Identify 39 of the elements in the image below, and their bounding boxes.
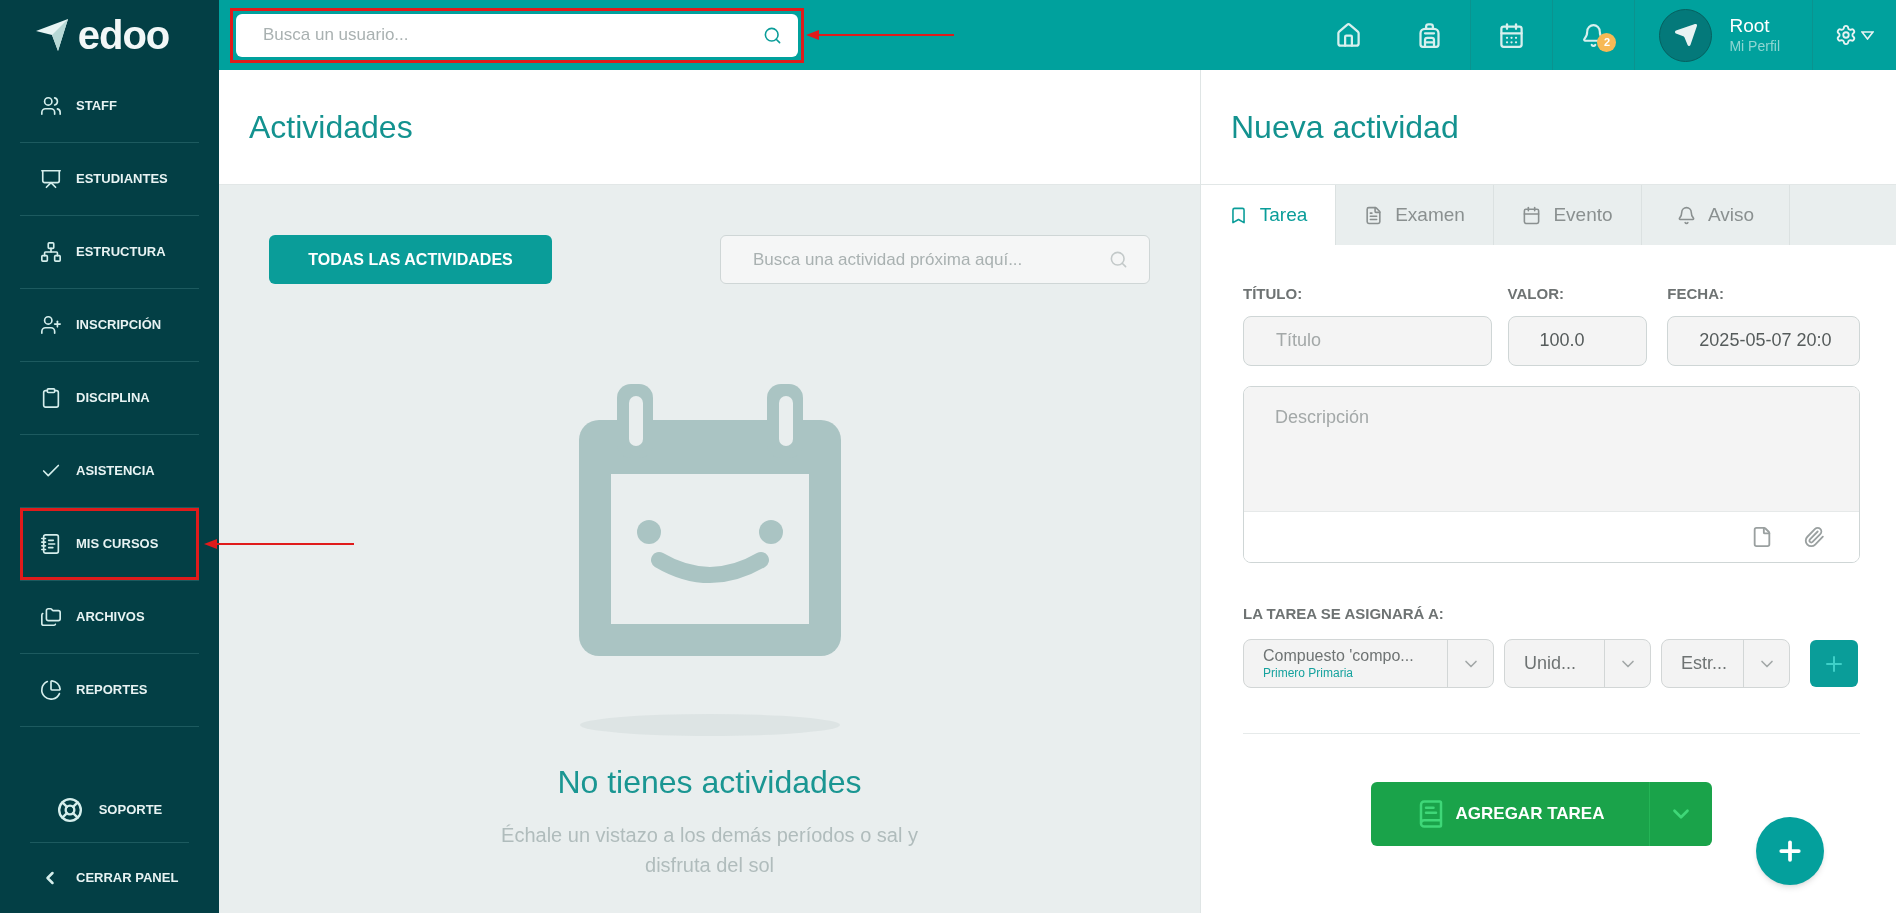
description-placeholder: Descripción (1275, 406, 1370, 427)
sidebar-item[interactable]: INSCRIPCIÓN (20, 289, 199, 361)
sidebar-item[interactable]: ARCHIVOS (20, 581, 199, 653)
add-task-button[interactable]: AGREGAR TAREA (1371, 782, 1712, 846)
dropdown[interactable]: Unid... (1504, 639, 1651, 688)
tab[interactable]: Tarea (1201, 185, 1336, 245)
sidebar-item[interactable]: ASISTENCIA (20, 435, 199, 507)
user-subtitle: Mi Perfil (1729, 38, 1780, 56)
title-field[interactable]: Título (1243, 315, 1492, 366)
sidebar-item[interactable]: ESTRUCTURA (20, 216, 199, 288)
notification-badge: 2 (1597, 33, 1617, 52)
user-search-field[interactable]: Busca un usuario... (236, 13, 798, 57)
dropdown-value: Estr... (1681, 652, 1728, 675)
support-button[interactable]: SOPORTE (30, 777, 189, 843)
logo-text: edoo (77, 15, 170, 55)
value-field[interactable]: 100.0 (1507, 315, 1648, 366)
date-field[interactable]: 2025-05-07 20:0 (1667, 315, 1860, 366)
dropdown[interactable]: Estr... (1661, 639, 1790, 688)
dropdown[interactable]: Compuesto 'compo... Primero Primaria (1243, 639, 1494, 688)
sidebar-item[interactable]: REPORTES (20, 654, 199, 726)
assign-label: LA TAREA SE ASIGNARÁ A: (1243, 603, 1445, 624)
dropdown-value: Compuesto 'compo... (1263, 646, 1415, 666)
dropdown-value: Unid... (1524, 652, 1578, 675)
sidebar-item[interactable]: DISCIPLINA (20, 362, 199, 434)
field-label: TÍTULO: (1243, 284, 1304, 304)
sidebar-item[interactable]: STAFF (20, 70, 199, 142)
empty-state-title: No tienes actividades (557, 763, 862, 802)
panel-title: Nueva actividad (1231, 108, 1459, 147)
field-label: FECHA: (1667, 284, 1725, 304)
page-title: Actividades (249, 108, 413, 147)
empty-state-message: Échale un vistazo a los demás períodos o sal y disfruta del sol (500, 823, 919, 878)
sidebar-item[interactable]: ESTUDIANTES (20, 143, 199, 215)
all-activities-button[interactable]: TODAS LAS ACTIVIDADES (269, 235, 552, 284)
field-label: VALOR: (1507, 284, 1565, 304)
user-name: Root (1729, 14, 1770, 39)
dropdown-subtitle: Primero Primaria (1263, 666, 1354, 681)
collapse-panel-button[interactable]: CERRAR PANEL (0, 843, 219, 913)
sidebar-item[interactable]: MIS CURSOS (20, 508, 199, 580)
activity-search-field[interactable]: Busca una actividad próxima aquí... (720, 235, 1150, 284)
